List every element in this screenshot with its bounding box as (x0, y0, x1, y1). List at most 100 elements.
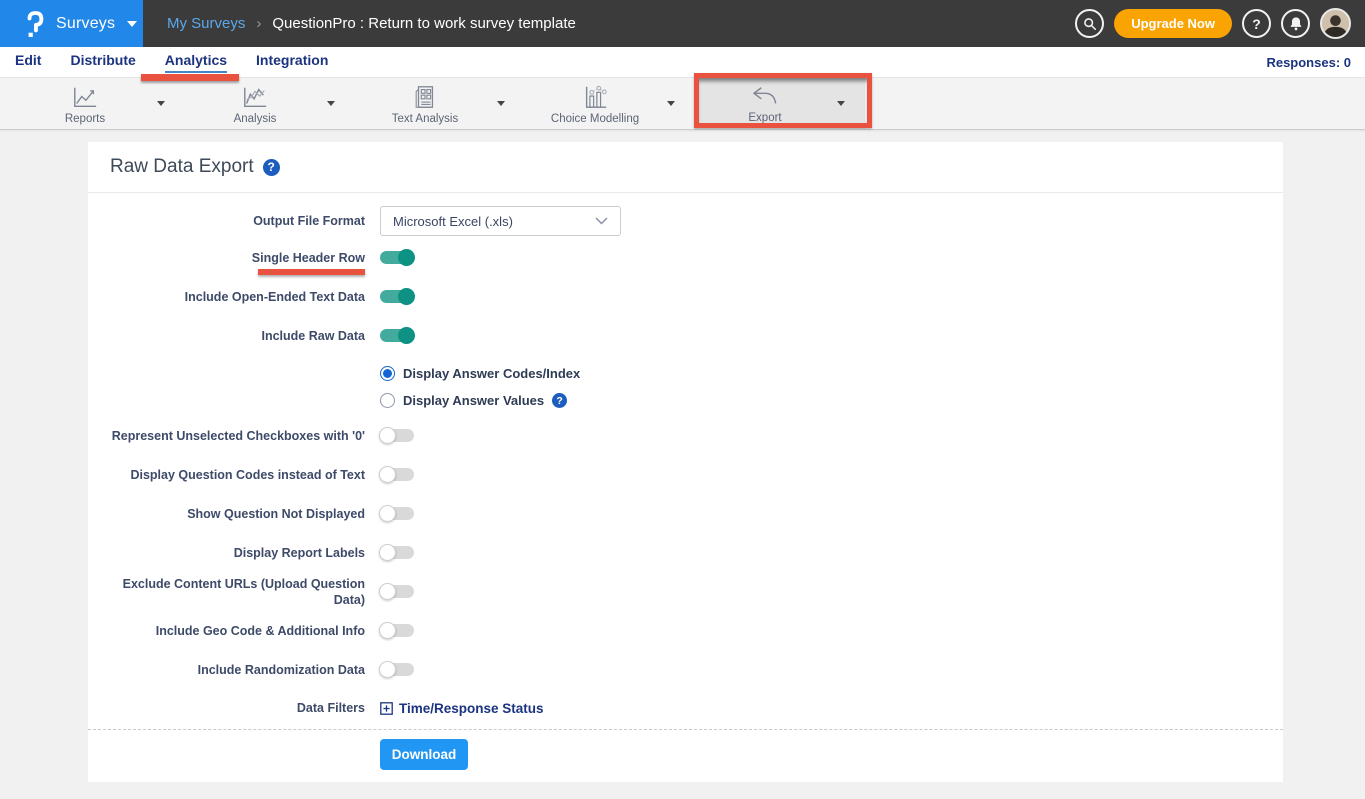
toggle-knob (379, 583, 396, 600)
toggle-knob (379, 661, 396, 678)
expand-plus-icon (380, 702, 393, 715)
tab-integration[interactable]: Integration (256, 52, 328, 71)
toolbar-item-label: Analysis (234, 113, 277, 125)
line-chart-icon (70, 84, 100, 110)
download-button[interactable]: Download (380, 739, 468, 770)
toolbar-group-analysis: Analysis (185, 78, 355, 129)
field-label: Represent Unselected Checkboxes with '0' (88, 428, 365, 444)
toggle-row: Exclude Content URLs (Upload Question Da… (88, 583, 1283, 600)
field-label: Include Open-Ended Text Data (88, 289, 365, 305)
responses-count: Responses: 0 (1266, 55, 1351, 70)
toggle-row: Show Question Not Displayed (88, 505, 1283, 522)
toolbar-item-label: Choice Modelling (551, 113, 639, 125)
panel-header: Raw Data Export ? (88, 142, 1283, 193)
unselected-checkboxes-toggle[interactable] (380, 429, 414, 442)
breadcrumb-my-surveys[interactable]: My Surveys (167, 15, 245, 32)
questionpro-app: Surveys My Surveys › QuestionPro : Retur… (0, 0, 1365, 799)
toggle-knob (379, 505, 396, 522)
radio-label: Display Answer Values (403, 393, 544, 408)
user-avatar[interactable] (1320, 8, 1351, 39)
dashed-separator (88, 729, 1283, 730)
data-filters-row: Data Filters Time/Response Status (88, 700, 1283, 716)
toggle-knob (398, 288, 415, 305)
toggle-knob (398, 327, 415, 344)
toggle-row: Display Report Labels (88, 544, 1283, 561)
field-label: Exclude Content URLs (Upload Question Da… (88, 576, 365, 608)
output-format-row: Output File Format Microsoft Excel (.xls… (88, 206, 1283, 236)
question-codes-toggle[interactable] (380, 468, 414, 481)
choice-modelling-button[interactable]: Choice Modelling (525, 78, 665, 129)
field-label: Display Report Labels (88, 545, 365, 561)
toggle-row: Include Randomization Data (88, 661, 1283, 678)
scatter-bar-chart-icon (581, 84, 609, 110)
caret-down-icon (157, 101, 165, 106)
radio-label: Display Answer Codes/Index (403, 366, 580, 381)
link-label: Time/Response Status (399, 701, 544, 716)
toolbar-item-label: Text Analysis (392, 113, 458, 125)
reports-dropdown-button[interactable] (149, 78, 173, 129)
field-label: Include Geo Code & Additional Info (88, 623, 365, 639)
randomization-data-toggle[interactable] (380, 663, 414, 676)
tab-edit[interactable]: Edit (15, 52, 41, 71)
analysis-dropdown-button[interactable] (319, 78, 343, 129)
select-value: Microsoft Excel (.xls) (393, 214, 595, 229)
toolbar-group-text-analysis: Text Analysis (355, 78, 525, 129)
display-answer-values-radio[interactable] (380, 393, 395, 408)
export-button[interactable]: Export (695, 78, 835, 129)
output-format-select[interactable]: Microsoft Excel (.xls) (380, 206, 621, 236)
notifications-button[interactable] (1281, 9, 1310, 38)
field-label: Data Filters (88, 700, 365, 716)
toggle-row: Include Geo Code & Additional Info (88, 622, 1283, 639)
upgrade-now-button[interactable]: Upgrade Now (1114, 9, 1232, 38)
choice-modelling-dropdown-button[interactable] (659, 78, 683, 129)
chevron-down-icon (127, 21, 137, 27)
header-actions: Upgrade Now ? (1075, 8, 1365, 39)
analysis-button[interactable]: Analysis (185, 78, 325, 129)
exclude-content-urls-toggle[interactable] (380, 585, 414, 598)
text-analysis-button[interactable]: Text Analysis (355, 78, 495, 129)
caret-down-icon (837, 101, 845, 106)
export-dropdown-button[interactable] (829, 78, 853, 129)
display-answer-codes-radio[interactable] (380, 366, 395, 381)
toggle-row: Display Question Codes instead of Text (88, 466, 1283, 483)
toggle-row: Represent Unselected Checkboxes with '0' (88, 427, 1283, 444)
question-not-displayed-toggle[interactable] (380, 507, 414, 520)
toolbar-group-reports: Reports (15, 78, 185, 129)
multi-line-chart-icon (240, 84, 270, 110)
include-raw-data-toggle[interactable] (380, 329, 414, 342)
toolbar-group-export: Export (695, 78, 865, 129)
toggle-row: Single Header Row (88, 249, 1283, 266)
tab-distribute[interactable]: Distribute (70, 52, 135, 71)
reports-button[interactable]: Reports (15, 78, 155, 129)
time-response-status-link[interactable]: Time/Response Status (380, 701, 544, 716)
search-button[interactable] (1075, 9, 1104, 38)
question-mark-icon: ? (1252, 16, 1261, 32)
product-menu-label: Surveys (56, 15, 115, 33)
field-label: Display Question Codes instead of Text (88, 467, 365, 483)
surveys-product-menu[interactable]: Surveys (0, 0, 143, 47)
caret-down-icon (327, 101, 335, 106)
tab-analytics[interactable]: Analytics (165, 52, 227, 73)
radio-row: Display Answer Values ? (88, 393, 1283, 408)
raw-data-export-panel: Raw Data Export ? Output File Format Mic… (88, 142, 1283, 782)
text-analysis-dropdown-button[interactable] (489, 78, 513, 129)
analytics-toolbar: Reports Analysis (0, 77, 1365, 130)
toggle-knob (379, 544, 396, 561)
annotation-analytics-red-underline (141, 74, 239, 81)
export-options-form: Output File Format Microsoft Excel (.xls… (88, 193, 1283, 770)
open-ended-text-toggle[interactable] (380, 290, 414, 303)
toggle-knob (379, 466, 396, 483)
search-icon (1083, 17, 1097, 31)
top-header-bar: Surveys My Surveys › QuestionPro : Retur… (0, 0, 1365, 47)
answer-values-help-icon[interactable]: ? (552, 393, 567, 408)
single-header-row-toggle[interactable] (380, 251, 414, 264)
toggle-knob (379, 622, 396, 639)
field-label: Include Raw Data (88, 328, 365, 344)
raw-data-export-help-icon[interactable]: ? (263, 159, 280, 176)
toggle-knob (379, 427, 396, 444)
geo-code-toggle[interactable] (380, 624, 414, 637)
field-label: Include Randomization Data (88, 662, 365, 678)
toolbar-item-label: Export (748, 112, 781, 124)
report-labels-toggle[interactable] (380, 546, 414, 559)
help-button[interactable]: ? (1242, 9, 1271, 38)
